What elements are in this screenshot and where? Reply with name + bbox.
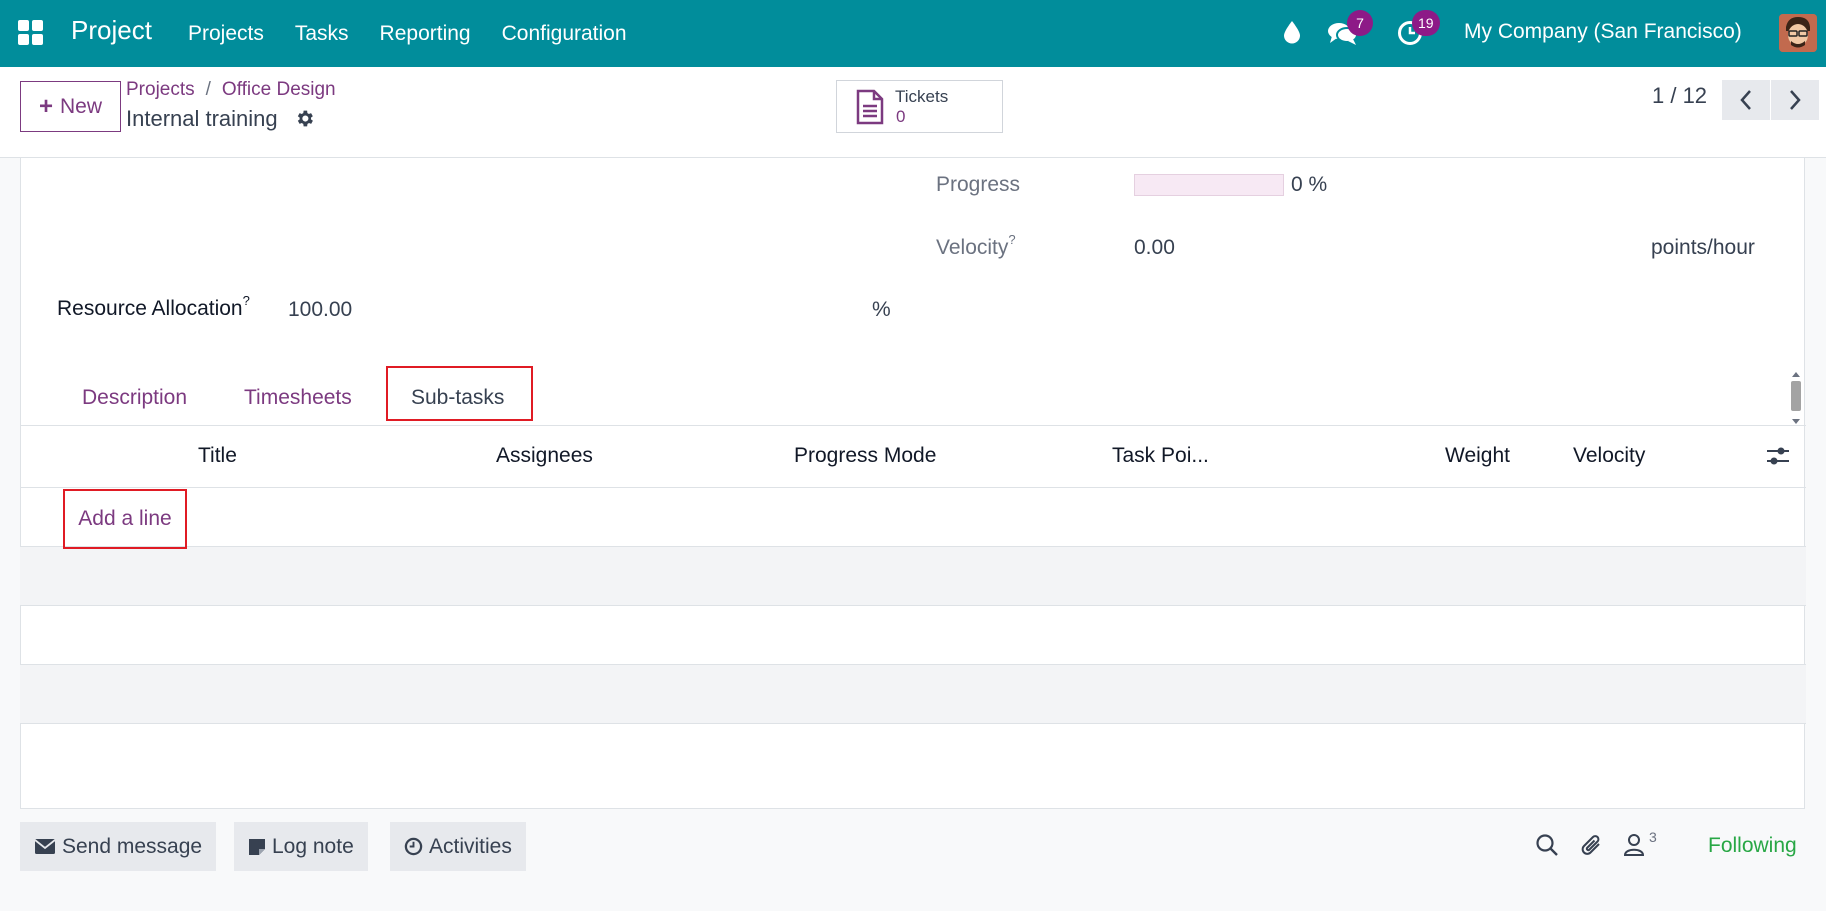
tab-sub-tasks[interactable]: Sub-tasks — [386, 366, 533, 421]
user-avatar[interactable] — [1779, 14, 1817, 52]
breadcrumb: Projects / Office Design — [126, 79, 336, 101]
notebook-tabs: Description Timesheets — [20, 366, 1806, 426]
resource-allocation-unit: % — [872, 298, 891, 321]
gear-icon[interactable] — [294, 108, 315, 129]
activities-button[interactable]: Activities — [390, 822, 526, 871]
main-menu: Projects Tasks Reporting Configuration — [188, 0, 658, 67]
table-row — [20, 605, 1806, 664]
table-row — [20, 664, 1806, 723]
resource-allocation-input[interactable]: 100.00 — [288, 298, 352, 322]
column-assignees[interactable]: Assignees — [496, 444, 593, 468]
apps-menu-icon[interactable] — [18, 20, 44, 46]
chevron-left-icon — [1740, 90, 1751, 110]
app-name[interactable]: Project — [71, 15, 152, 46]
column-progress-mode[interactable]: Progress Mode — [794, 444, 936, 468]
resource-allocation-label: Resource Allocation? — [57, 293, 250, 321]
menu-configuration[interactable]: Configuration — [502, 22, 627, 46]
messages-badge: 7 — [1347, 10, 1373, 36]
add-a-line-button[interactable]: Add a line — [63, 489, 187, 549]
tab-sub-tasks-label: Sub-tasks — [411, 386, 505, 409]
following-button[interactable]: Following — [1708, 834, 1797, 858]
optional-columns-icon[interactable] — [1766, 444, 1790, 468]
company-switcher[interactable]: My Company (San Francisco) — [1464, 20, 1742, 44]
new-button-label: New — [60, 94, 103, 118]
tabs-scrollbar[interactable] — [1789, 370, 1803, 426]
velocity-label-text: Velocity — [936, 236, 1009, 259]
column-title[interactable]: Title — [198, 444, 237, 468]
followers-count: 3 — [1649, 829, 1657, 845]
pager-next-button[interactable] — [1771, 80, 1819, 120]
droplet-icon[interactable] — [1282, 20, 1302, 44]
control-panel: + New Projects / Office Design Internal tr… — [0, 67, 1826, 158]
breadcrumb-separator: / — [205, 79, 211, 100]
tickets-smart-button[interactable]: Tickets 0 — [836, 80, 1003, 133]
velocity-value: 0.00 — [1134, 236, 1175, 259]
pager-previous-button[interactable] — [1722, 80, 1770, 120]
resource-allocation-help-icon[interactable]: ? — [243, 293, 250, 308]
menu-tasks[interactable]: Tasks — [295, 22, 349, 46]
log-note-button[interactable]: Log note — [234, 822, 368, 871]
velocity-unit: points/hour — [1651, 236, 1755, 259]
activities-badge: 19 — [1412, 10, 1440, 36]
velocity-help-icon[interactable]: ? — [1008, 232, 1015, 247]
record-title: Internal training — [126, 106, 278, 131]
document-icon — [855, 89, 885, 125]
progress-bar — [1134, 174, 1284, 196]
column-weight[interactable]: Weight — [1445, 444, 1510, 468]
tab-description[interactable]: Description — [82, 386, 187, 410]
tab-timesheets[interactable]: Timesheets — [244, 386, 352, 410]
search-icon[interactable] — [1535, 833, 1559, 857]
velocity-label: Velocity? — [936, 232, 1016, 260]
menu-reporting[interactable]: Reporting — [380, 22, 471, 46]
top-navbar: Project Projects Tasks Reporting Configu… — [0, 0, 1826, 67]
new-button[interactable]: + New — [20, 81, 121, 132]
column-velocity[interactable]: Velocity — [1573, 444, 1645, 468]
menu-projects[interactable]: Projects — [188, 22, 264, 46]
clock-icon — [404, 837, 423, 856]
activities-label: Activities — [429, 834, 512, 858]
send-message-button[interactable]: Send message — [20, 822, 217, 871]
pager-value[interactable]: 1 / 12 — [1652, 83, 1707, 109]
breadcrumb-office-design[interactable]: Office Design — [222, 79, 336, 100]
plus-icon: + — [38, 92, 53, 120]
resource-allocation-label-text: Resource Allocation — [57, 297, 243, 320]
chevron-right-icon — [1790, 90, 1801, 110]
progress-value: 0 % — [1291, 173, 1328, 196]
tickets-count: 0 — [896, 107, 906, 126]
table-row — [20, 546, 1806, 605]
envelope-icon — [34, 839, 56, 854]
tickets-label: Tickets — [895, 87, 949, 106]
paperclip-icon[interactable] — [1579, 833, 1605, 859]
followers-icon[interactable] — [1623, 833, 1645, 857]
log-note-label: Log note — [272, 834, 354, 858]
send-message-label: Send message — [62, 834, 203, 858]
table-row — [20, 723, 1806, 809]
progress-label: Progress — [936, 173, 1021, 196]
breadcrumb-projects[interactable]: Projects — [126, 79, 195, 100]
table-row — [20, 487, 1806, 546]
sticky-note-icon — [249, 838, 265, 855]
column-task-points[interactable]: Task Poi... — [1112, 444, 1209, 468]
